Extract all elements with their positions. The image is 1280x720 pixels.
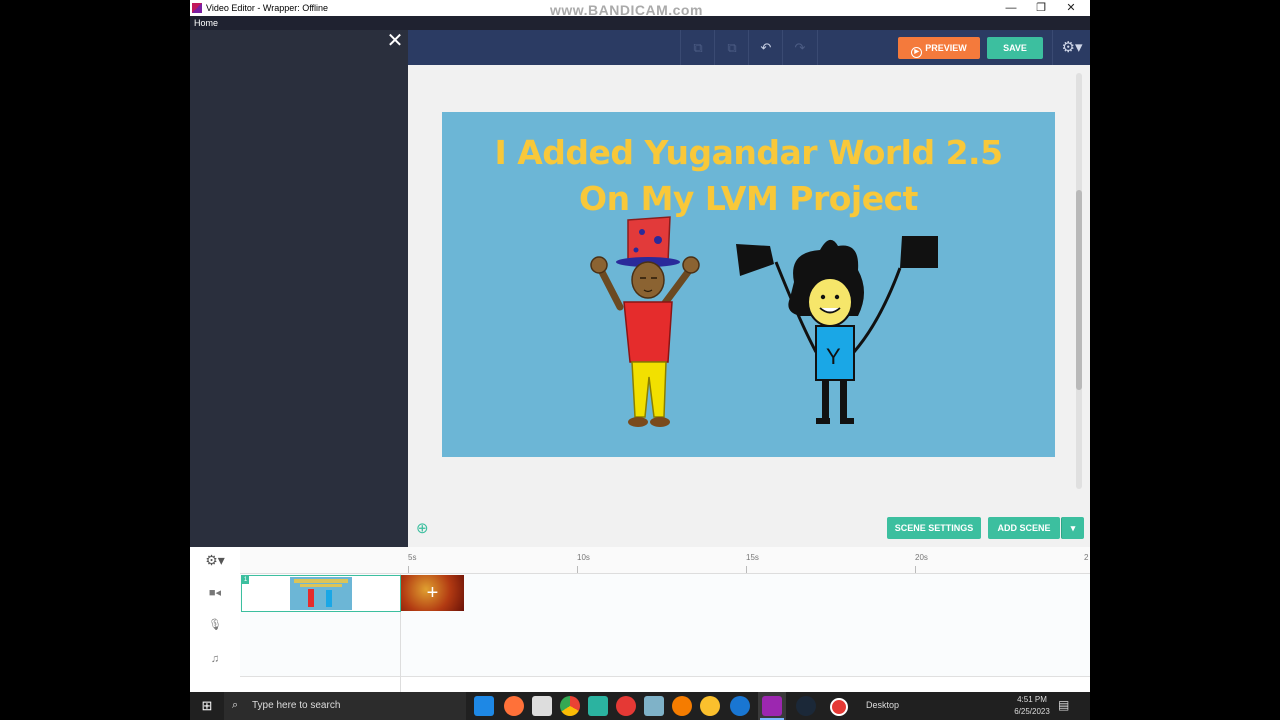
steam-icon[interactable]: [796, 696, 816, 716]
scene-title-line-2: On My LVM Project: [579, 179, 918, 218]
asset-panel: ✕: [190, 30, 408, 547]
thumb-title-line: [294, 579, 348, 583]
save-button[interactable]: SAVE: [987, 37, 1043, 59]
tick-label: 5s: [408, 553, 417, 562]
app-icon: [192, 3, 202, 13]
app-icon[interactable]: [588, 696, 608, 716]
timeline-ruler[interactable]: 5s 10s 15s 20s 2: [240, 547, 1090, 574]
scene-canvas[interactable]: I Added Yugandar World 2.5 On My LVM Pro…: [442, 112, 1055, 457]
terminal-icon[interactable]: [644, 696, 664, 716]
preview-label: PREVIEW: [925, 43, 967, 53]
camera-icon: ■◂: [208, 587, 222, 599]
add-scene-dropdown-icon[interactable]: ▾: [1061, 517, 1084, 539]
scene-number-badge: 1: [242, 576, 249, 584]
tick-mark: [577, 566, 578, 573]
scene-clip-1[interactable]: 1: [241, 575, 401, 612]
record-icon[interactable]: [830, 698, 848, 716]
wrapper-icon[interactable]: [762, 696, 782, 716]
add-scene-clip-button[interactable]: +: [401, 575, 464, 611]
music-track-row-3[interactable]: [240, 663, 1090, 677]
add-scene-button[interactable]: ADD SCENE: [988, 517, 1060, 539]
store-icon[interactable]: [532, 696, 552, 716]
scene-thumbnail: [290, 577, 352, 610]
character-wizard-man[interactable]: [580, 212, 720, 442]
voice-track-row[interactable]: [240, 611, 1090, 625]
tick-label: 20s: [915, 553, 928, 562]
video-editor-window: Video Editor - Wrapper: Offline www.BAND…: [190, 0, 1090, 720]
character-yugandar[interactable]: Y: [730, 232, 950, 442]
microphone-icon: 🎙: [208, 619, 222, 631]
redo-icon[interactable]: ↷: [782, 30, 818, 65]
yugandar-letter: Y: [826, 344, 841, 369]
window-title: Video Editor - Wrapper: Offline: [206, 3, 329, 13]
clock-time: 4:51 PM: [1017, 695, 1047, 704]
chrome-alt-icon[interactable]: [700, 696, 720, 716]
editor-toolbar: ⧉ ⧉ ↶ ↷ ▶ PREVIEW SAVE ⚙▾: [408, 30, 1090, 65]
download-icon[interactable]: [474, 696, 494, 716]
tick-mark: [746, 566, 747, 573]
music-track-row-2[interactable]: [240, 650, 1090, 664]
settings-gear-icon[interactable]: ⚙▾: [1052, 30, 1090, 65]
taskbar-search-box[interactable]: ⌕ Type here to search: [224, 692, 466, 720]
tick-label: 15s: [746, 553, 759, 562]
play-circle-icon: ▶: [911, 47, 923, 58]
music-note-icon: ♫: [210, 653, 220, 665]
voice-track-row-2[interactable]: [240, 624, 1090, 638]
thumb-character-right: [326, 590, 332, 607]
timeline-settings-gear-icon[interactable]: ⚙▾: [190, 547, 240, 573]
zoom-in-icon[interactable]: ⊕: [416, 519, 434, 537]
search-placeholder: Type here to search: [252, 700, 341, 711]
chrome-blue-icon[interactable]: [730, 696, 750, 716]
stage-scrollbar-thumb[interactable]: [1076, 190, 1082, 390]
scene-title-line-1: I Added Yugandar World 2.5: [494, 133, 1003, 172]
firefox-icon[interactable]: [504, 696, 524, 716]
thumb-title-line: [300, 584, 342, 587]
menu-home[interactable]: Home: [194, 18, 218, 28]
tick-mark: [408, 566, 409, 573]
music-track-row[interactable]: [240, 637, 1090, 651]
minimize-button[interactable]: —: [996, 1, 1026, 15]
tick-label: 10s: [577, 553, 590, 562]
restore-button[interactable]: ❐: [1026, 1, 1056, 15]
timeline: ⚙▾ 5s 10s 15s 20s 2 ■◂ 🎙 ♫ 1 +: [190, 547, 1090, 692]
search-icon: ⌕: [232, 699, 239, 711]
close-window-button[interactable]: ✕: [1056, 1, 1086, 15]
desktop-toolbar-label[interactable]: Desktop: [866, 700, 899, 710]
taskbar-clock[interactable]: 4:51 PM 6/25/2023: [1004, 694, 1060, 718]
notification-icon[interactable]: ▤: [1058, 698, 1069, 712]
cloud-icon[interactable]: [616, 696, 636, 716]
chrome-icon[interactable]: [560, 696, 580, 716]
windows-start-icon[interactable]: ⊞: [190, 692, 224, 720]
stage-area: I Added Yugandar World 2.5 On My LVM Pro…: [408, 65, 1090, 547]
paste-icon[interactable]: ⧉: [714, 30, 749, 65]
undo-icon[interactable]: ↶: [748, 30, 783, 65]
title-bar: Video Editor - Wrapper: Offline www.BAND…: [190, 0, 1090, 18]
thumb-character-left: [308, 589, 314, 607]
tick-mark: [915, 566, 916, 573]
close-panel-icon[interactable]: ✕: [384, 30, 406, 52]
copy-icon[interactable]: ⧉: [680, 30, 715, 65]
preview-button[interactable]: ▶ PREVIEW: [898, 37, 980, 59]
scene-title-text[interactable]: I Added Yugandar World 2.5 On My LVM Pro…: [442, 130, 1055, 222]
vlc-icon[interactable]: [672, 696, 692, 716]
clock-date: 6/25/2023: [1014, 707, 1050, 716]
menu-bar: Home: [190, 16, 1090, 30]
windows-taskbar: ⊞ ⌕ Type here to search Desktop 4:51 PM …: [190, 692, 1090, 720]
scene-settings-button[interactable]: SCENE SETTINGS: [887, 517, 981, 539]
tick-label: 2: [1084, 553, 1089, 562]
